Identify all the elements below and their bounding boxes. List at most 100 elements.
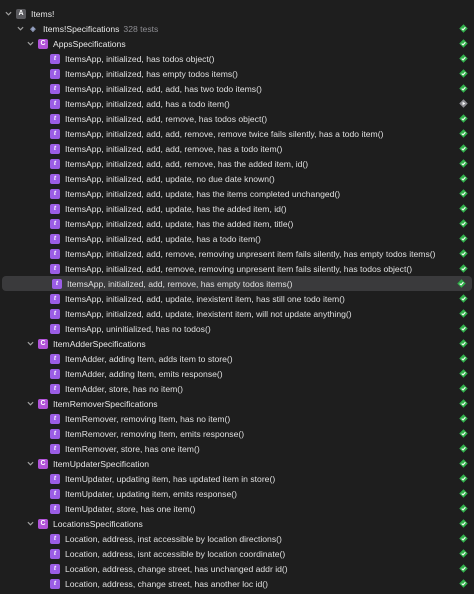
passed-icon[interactable] [459, 354, 468, 363]
passed-icon[interactable] [459, 444, 468, 453]
test-row[interactable]: t ItemsApp, initialized, add, add, remove… [0, 156, 474, 171]
class-row[interactable]: C ItemAdderSpecifications [0, 336, 474, 351]
row-label: ItemRemover, removing Item, has no item(… [65, 413, 231, 424]
passed-icon[interactable] [459, 159, 468, 168]
test-row[interactable]: t ItemsApp, initialized, add, update, ine… [0, 306, 474, 321]
test-row[interactable]: t Location, address, inst accessible by l… [0, 531, 474, 546]
test-row[interactable]: t Location, address, isnt accessible by l… [0, 546, 474, 561]
passed-icon[interactable] [459, 24, 468, 33]
passed-icon[interactable] [459, 294, 468, 303]
test-row[interactable]: t ItemUpdater, updating item, emits respo… [0, 486, 474, 501]
test-method-icon: t [50, 308, 60, 319]
passed-icon[interactable] [459, 114, 468, 123]
test-method-icon: t [50, 53, 60, 64]
chevron-down-icon[interactable] [26, 40, 34, 48]
test-row[interactable]: t Location, address, change street, has a… [0, 576, 474, 591]
passed-icon[interactable] [459, 414, 468, 423]
test-row[interactable]: t ItemsApp, initialized, has todos object… [0, 51, 474, 66]
test-row[interactable]: t ItemsApp, initialized, add, update, has… [0, 216, 474, 231]
row-label: ItemsApp, initialized, add, update, has … [65, 233, 261, 244]
test-row[interactable]: t ItemAdder, adding Item, emits response(… [0, 366, 474, 381]
chevron-down-icon[interactable] [26, 460, 34, 468]
class-row[interactable]: C LocationsSpecifications [0, 516, 474, 531]
passed-icon[interactable] [459, 534, 468, 543]
test-row[interactable]: t ItemsApp, initialized, add, remove, rem… [0, 261, 474, 276]
row-label: ItemsApp, initialized, add, update, inex… [65, 308, 352, 319]
passed-icon[interactable] [459, 309, 468, 318]
class-row[interactable]: C ItemRemoverSpecifications [0, 396, 474, 411]
passed-icon[interactable] [459, 519, 468, 528]
row-label: ItemsApp, initialized, add, remove, remo… [65, 263, 413, 274]
passed-icon[interactable] [459, 249, 468, 258]
test-navigator: A Items! ◈ Items!Specifications 328 tests C Ap… [0, 0, 474, 594]
row-label: ItemsApp, initialized, add, update, has … [65, 188, 341, 199]
scheme-row[interactable]: ◈ Items!Specifications 328 tests [0, 21, 474, 36]
test-row[interactable]: t Location, address, change street, has u… [0, 561, 474, 576]
passed-icon[interactable] [459, 369, 468, 378]
passed-icon[interactable] [459, 579, 468, 588]
passed-icon[interactable] [459, 174, 468, 183]
chevron-down-icon[interactable] [26, 520, 34, 528]
row-label: ItemsApp, initialized, add, remove, has … [67, 278, 293, 289]
passed-icon[interactable] [459, 234, 468, 243]
chevron-down-icon[interactable] [26, 400, 34, 408]
test-row[interactable]: t ItemRemover, removing Item, emits respo… [0, 426, 474, 441]
test-method-icon: t [50, 503, 60, 514]
passed-icon[interactable] [459, 384, 468, 393]
test-row[interactable]: t ItemsApp, initialized, add, has a todo … [0, 96, 474, 111]
test-class-icon: C [38, 518, 48, 529]
passed-icon[interactable] [459, 144, 468, 153]
test-row[interactable]: t ItemsApp, initialized, add, remove, has… [2, 276, 472, 291]
passed-icon[interactable] [459, 339, 468, 348]
passed-icon[interactable] [459, 204, 468, 213]
row-label: ItemsApp, initialized, add, update, has … [65, 218, 294, 229]
class-row[interactable]: C AppsSpecifications [0, 36, 474, 51]
test-row[interactable]: t ItemUpdater, updating item, has updated… [0, 471, 474, 486]
test-row[interactable]: t ItemsApp, initialized, add, add, has tw… [0, 81, 474, 96]
row-label: ItemsApp, initialized, add, update, has … [65, 203, 287, 214]
passed-icon[interactable] [459, 264, 468, 273]
test-row[interactable]: t ItemsApp, initialized, has empty todos … [0, 66, 474, 81]
test-row[interactable]: t ItemUpdater, store, has one item() [0, 501, 474, 516]
passed-icon[interactable] [459, 219, 468, 228]
test-row[interactable]: t ItemsApp, initialized, add, remove, has… [0, 111, 474, 126]
test-row[interactable]: t ItemAdder, store, has no item() [0, 381, 474, 396]
passed-icon[interactable] [459, 189, 468, 198]
passed-icon[interactable] [459, 459, 468, 468]
run-test-icon[interactable] [459, 99, 468, 108]
passed-icon[interactable] [459, 129, 468, 138]
chevron-down-icon[interactable] [26, 340, 34, 348]
class-row[interactable]: C ItemUpdaterSpecification [0, 456, 474, 471]
chevron-down-icon[interactable] [4, 10, 12, 18]
test-row[interactable]: t ItemsApp, initialized, add, add, remove… [0, 126, 474, 141]
test-row[interactable]: t ItemsApp, initialized, add, update, ine… [0, 291, 474, 306]
project-row[interactable]: A Items! [0, 6, 474, 21]
passed-icon[interactable] [459, 564, 468, 573]
chevron-down-icon[interactable] [16, 25, 24, 33]
test-row[interactable]: t ItemsApp, initialized, add, add, remove… [0, 141, 474, 156]
passed-icon[interactable] [459, 324, 468, 333]
row-label: ItemAdder, adding Item, adds item to sto… [65, 353, 233, 364]
test-row[interactable]: t ItemRemover, store, has one item() [0, 441, 474, 456]
passed-icon[interactable] [459, 474, 468, 483]
passed-icon[interactable] [459, 429, 468, 438]
passed-icon[interactable] [459, 399, 468, 408]
test-row[interactable]: t ItemsApp, initialized, add, update, has… [0, 231, 474, 246]
test-row[interactable]: t ItemsApp, uninitialized, has no todos() [0, 321, 474, 336]
passed-icon[interactable] [459, 69, 468, 78]
passed-icon[interactable] [459, 549, 468, 558]
test-row[interactable]: t ItemsApp, initialized, add, update, has… [0, 186, 474, 201]
passed-icon[interactable] [459, 39, 468, 48]
passed-icon[interactable] [457, 279, 466, 288]
test-row[interactable]: t ItemsApp, initialized, add, update, has… [0, 201, 474, 216]
passed-icon[interactable] [459, 489, 468, 498]
test-row[interactable]: t ItemAdder, adding Item, adds item to st… [0, 351, 474, 366]
test-row[interactable]: t ItemRemover, removing Item, has no item… [0, 411, 474, 426]
passed-icon[interactable] [459, 54, 468, 63]
test-method-icon: t [50, 128, 60, 139]
test-row[interactable]: t ItemsApp, initialized, add, remove, rem… [0, 246, 474, 261]
passed-icon[interactable] [459, 504, 468, 513]
test-row[interactable]: t ItemsApp, initialized, add, update, no … [0, 171, 474, 186]
row-label: ItemRemover, removing Item, emits respon… [65, 428, 245, 439]
passed-icon[interactable] [459, 84, 468, 93]
